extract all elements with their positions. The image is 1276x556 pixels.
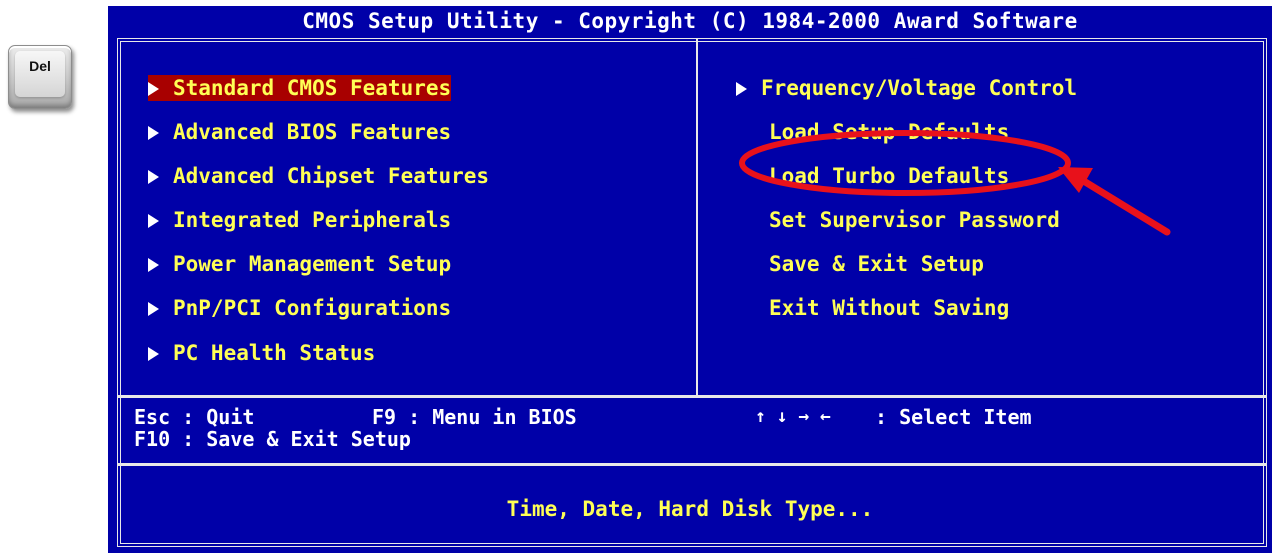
menu-item-label: Integrated Peripherals [173,208,452,232]
menu-item-label: Exit Without Saving [769,296,1010,320]
menu-divider [696,38,700,396]
menu-item-advanced-bios-features[interactable]: Advanced BIOS Features [148,119,451,145]
del-key-face: Del [15,51,65,97]
menu-item-label: PnP/PCI Configurations [173,296,452,320]
help-f9-menu: F9 : Menu in BIOS [372,405,577,429]
submenu-arrow-icon [148,214,159,228]
menu-item-integrated-peripherals[interactable]: Integrated Peripherals [148,207,451,233]
menu-item-pnp-pci-configurations[interactable]: PnP/PCI Configurations [148,295,451,321]
help-select-item: : Select Item [875,405,1032,429]
help-esc-quit: Esc : Quit [134,405,255,429]
del-key-label: Del [29,58,51,74]
menu-item-set-supervisor-password[interactable]: Set Supervisor Password [769,207,1060,233]
del-key-icon: Del [8,45,72,109]
menu-item-label: Load Setup Defaults [769,120,1010,144]
menu-item-load-setup-defaults[interactable]: Load Setup Defaults [769,119,1009,145]
menu-item-label: PC Health Status [173,341,376,365]
arrow-keys-icon: ↑ ↓ → ← [755,406,831,427]
help-f10-save-exit: F10 : Save & Exit Setup [134,427,411,451]
menu-item-label: Power Management Setup [173,252,452,276]
status-divider [117,463,1267,466]
menu-item-label: Advanced Chipset Features [173,164,490,188]
submenu-arrow-icon [148,170,159,184]
screenshot-canvas: Del CMOS Setup Utility - Copyright (C) 1… [0,0,1276,556]
bios-title: CMOS Setup Utility - Copyright (C) 1984-… [302,9,1078,33]
submenu-arrow-icon [148,82,159,96]
item-help-status: Time, Date, Hard Disk Type... [506,497,874,521]
submenu-arrow-icon [148,302,159,316]
menu-item-label: Frequency/Voltage Control [761,76,1078,100]
menu-item-label: Set Supervisor Password [769,208,1060,232]
menu-item-pc-health-status[interactable]: PC Health Status [148,340,375,366]
menu-item-advanced-chipset-features[interactable]: Advanced Chipset Features [148,163,489,189]
menu-item-save-exit-setup[interactable]: Save & Exit Setup [769,251,984,277]
menu-item-frequency-voltage-control[interactable]: Frequency/Voltage Control [736,75,1077,101]
submenu-arrow-icon [736,82,747,96]
menu-item-label: Load Turbo Defaults [769,164,1010,188]
menu-item-exit-without-saving[interactable]: Exit Without Saving [769,295,1009,321]
menu-item-standard-cmos-features[interactable]: Standard CMOS Features [148,75,452,101]
menu-item-label: Advanced BIOS Features [173,120,452,144]
submenu-arrow-icon [148,347,159,361]
bios-frame [117,38,1267,547]
menu-item-label: Save & Exit Setup [769,252,984,276]
submenu-arrow-icon [148,258,159,272]
menu-item-label: Standard CMOS Features [173,76,452,100]
submenu-arrow-icon [148,126,159,140]
menu-item-load-turbo-defaults[interactable]: Load Turbo Defaults [769,163,1009,189]
help-divider [117,395,1267,398]
bios-screen: CMOS Setup Utility - Copyright (C) 1984-… [108,6,1272,553]
menu-item-power-management-setup[interactable]: Power Management Setup [148,251,451,277]
